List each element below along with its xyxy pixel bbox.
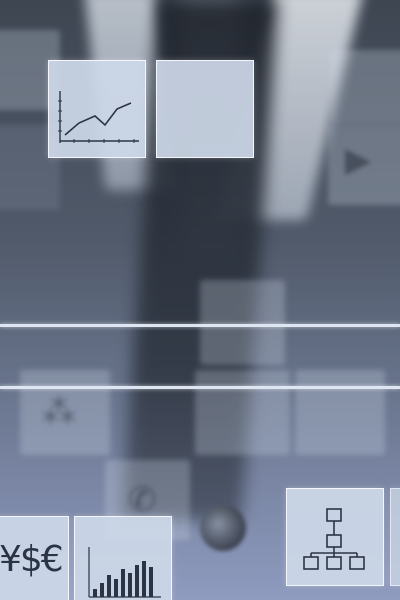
blurred-tile — [330, 50, 400, 125]
currency-tile: ¥$€ — [0, 516, 69, 600]
video-play-icon: ▶ — [345, 140, 372, 180]
blank-tile — [156, 60, 254, 158]
light-line-bottom — [0, 386, 400, 389]
currency-icon: ¥$€ — [0, 539, 64, 580]
photo-scene: ▶ ⁂ ✆ ¥$€ — [0, 0, 400, 600]
suit-button — [200, 505, 246, 551]
org-chart-tile — [286, 488, 384, 586]
light-line-top — [0, 324, 400, 327]
partial-tile — [390, 488, 400, 586]
phone-icon: ✆ — [128, 480, 157, 520]
line-chart-icon — [58, 91, 139, 143]
blurred-tile — [195, 370, 290, 455]
bar-chart-icon — [88, 547, 161, 598]
network-icon: ⁂ — [42, 392, 76, 432]
bar-chart-tile — [74, 516, 172, 600]
blurred-tile — [295, 370, 385, 455]
org-chart-icon — [303, 508, 365, 570]
line-chart-tile — [48, 60, 146, 158]
blurred-tile — [200, 280, 285, 365]
